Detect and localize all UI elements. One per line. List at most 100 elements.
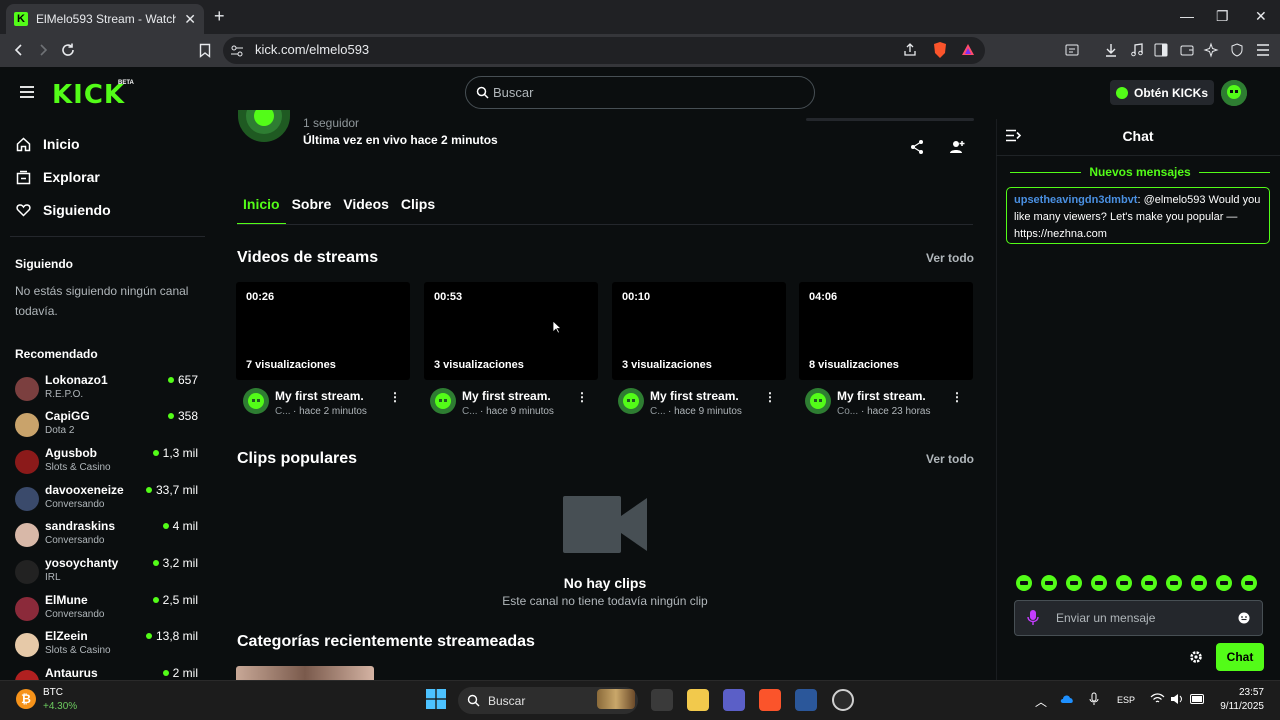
restore-icon[interactable]: ❐ [1216, 8, 1229, 25]
close-window-icon[interactable]: ✕ [1255, 8, 1267, 25]
new-tab-icon[interactable]: + [214, 6, 225, 27]
recommended-channel[interactable]: yosoychanty IRL 3,2 mil [15, 556, 200, 590]
more-options-icon[interactable]: ⋮ [389, 390, 401, 404]
brave-rewards-icon[interactable] [958, 40, 978, 60]
hamburger-menu-icon[interactable] [19, 85, 35, 99]
task-view-icon[interactable] [651, 689, 673, 711]
bookmark-icon[interactable] [195, 40, 215, 60]
word-icon[interactable] [795, 689, 817, 711]
recommended-channel[interactable]: CapiGG Dota 2 358 [15, 409, 200, 443]
emote-icon[interactable] [1116, 575, 1132, 591]
video-title[interactable]: My first stream. [275, 389, 364, 403]
recommended-channel[interactable]: Agusbob Slots & Casino 1,3 mil [15, 446, 200, 480]
category-thumbnail[interactable] [236, 666, 374, 680]
volume-icon[interactable] [1170, 693, 1184, 705]
media-icon[interactable] [1127, 40, 1147, 60]
sidebar-item-siguiendo[interactable]: Siguiendo [16, 202, 111, 218]
viewer-count: 657 [167, 373, 198, 387]
video-title[interactable]: My first stream. [837, 389, 926, 403]
sidebar-toggle-icon[interactable] [1151, 40, 1171, 60]
wifi-icon[interactable] [1150, 693, 1165, 705]
share-icon[interactable] [908, 138, 926, 156]
language-indicator[interactable]: ESP [1117, 695, 1135, 705]
video-channel-avatar[interactable] [618, 388, 644, 414]
tab-inicio[interactable]: Inicio [237, 196, 286, 225]
recommended-channel[interactable]: ElZeein Slots & Casino 13,8 mil [15, 629, 200, 663]
wallet-icon[interactable] [1177, 40, 1197, 60]
emote-icon[interactable] [1041, 575, 1057, 591]
close-tab-icon[interactable]: ✕ [184, 11, 196, 28]
emote-icon[interactable] [1241, 575, 1257, 591]
site-info-icon[interactable] [227, 41, 247, 61]
recommended-channel[interactable]: Lokonazo1 R.E.P.O. 657 [15, 373, 200, 407]
video-category[interactable]: C... [462, 406, 478, 417]
more-options-icon[interactable]: ⋮ [764, 390, 776, 404]
windows-start-icon[interactable] [426, 689, 446, 709]
collapse-chat-icon[interactable] [1005, 129, 1021, 142]
share-page-icon[interactable] [900, 40, 920, 60]
emote-icon[interactable] [1091, 575, 1107, 591]
user-avatar[interactable] [1221, 80, 1247, 106]
more-options-icon[interactable]: ⋮ [951, 390, 963, 404]
emote-icon[interactable] [1191, 575, 1207, 591]
video-thumbnail[interactable]: 00:10 3 visualizaciones [612, 282, 786, 380]
microphone-icon[interactable] [1027, 609, 1039, 626]
get-kicks-button[interactable]: Obtén KICKs [1110, 80, 1214, 105]
recommended-channel[interactable]: ElMune Conversando 2,5 mil [15, 593, 200, 627]
follow-user-icon[interactable] [948, 138, 966, 156]
video-thumbnail[interactable]: 00:53 3 visualizaciones [424, 282, 598, 380]
reload-icon[interactable] [58, 40, 78, 60]
chat-username[interactable]: upsetheavingdn3dmbvt [1014, 194, 1137, 206]
leo-ai-icon[interactable] [1201, 40, 1221, 60]
clock-time[interactable]: 23:57 [1218, 687, 1264, 698]
emote-icon[interactable] [1016, 575, 1032, 591]
video-channel-avatar[interactable] [805, 388, 831, 414]
emote-icon[interactable] [1141, 575, 1157, 591]
downloads-icon[interactable] [1101, 40, 1121, 60]
menu-icon[interactable] [1253, 40, 1273, 60]
kick-logo[interactable]: KICK [52, 80, 125, 110]
recommended-channel[interactable]: Antaurus 2 mil [15, 666, 200, 680]
forward-icon[interactable] [33, 40, 53, 60]
microphone-tray-icon[interactable] [1089, 692, 1099, 706]
video-category[interactable]: C... [275, 406, 291, 417]
tab-clips[interactable]: Clips [395, 196, 441, 225]
emoji-picker-icon[interactable] [1238, 612, 1250, 624]
vpn-icon[interactable] [1227, 40, 1247, 60]
more-options-icon[interactable]: ⋮ [576, 390, 588, 404]
brave-browser-icon[interactable] [759, 689, 781, 711]
video-category[interactable]: Co... [837, 406, 858, 417]
video-thumbnail[interactable]: 04:06 8 visualizaciones [799, 282, 973, 380]
sidebar-item-explorar[interactable]: Explorar [16, 169, 100, 185]
video-thumbnail[interactable]: 00:26 7 visualizaciones [236, 282, 410, 380]
videos-see-all-link[interactable]: Ver todo [926, 251, 974, 265]
tab-sobre[interactable]: Sobre [286, 196, 338, 225]
sidebar-item-inicio[interactable]: Inicio [16, 136, 80, 152]
emote-icon[interactable] [1066, 575, 1082, 591]
video-category[interactable]: C... [650, 406, 666, 417]
video-channel-avatar[interactable] [430, 388, 456, 414]
clock-date[interactable]: 9/11/2025 [1204, 701, 1264, 712]
bitcoin-icon[interactable]: ₿ [16, 689, 36, 709]
teams-icon[interactable] [723, 689, 745, 711]
browser-tab[interactable]: K ElMelo593 Stream - Watch Live o ✕ [6, 4, 204, 34]
file-explorer-icon[interactable] [687, 689, 709, 711]
chat-settings-gear-icon[interactable] [1189, 650, 1203, 664]
obs-icon[interactable] [832, 689, 854, 711]
show-hidden-icons-icon[interactable]: ︿ [1035, 693, 1047, 710]
emote-icon[interactable] [1216, 575, 1232, 591]
send-chat-button[interactable]: Chat [1216, 643, 1264, 671]
recommended-channel[interactable]: sandraskins Conversando 4 mil [15, 519, 200, 553]
recommended-channel[interactable]: davooxeneize Conversando 33,7 mil [15, 483, 200, 517]
video-title[interactable]: My first stream. [650, 389, 739, 403]
minimize-icon[interactable]: — [1180, 8, 1194, 24]
tab-videos[interactable]: Videos [337, 196, 395, 225]
back-icon[interactable] [9, 40, 29, 60]
video-channel-avatar[interactable] [243, 388, 269, 414]
clips-see-all-link[interactable]: Ver todo [926, 452, 974, 466]
reader-mode-icon[interactable] [1062, 40, 1082, 60]
brave-shields-icon[interactable] [930, 40, 950, 60]
emote-icon[interactable] [1166, 575, 1182, 591]
onedrive-icon[interactable] [1059, 693, 1075, 704]
video-title[interactable]: My first stream. [462, 389, 551, 403]
